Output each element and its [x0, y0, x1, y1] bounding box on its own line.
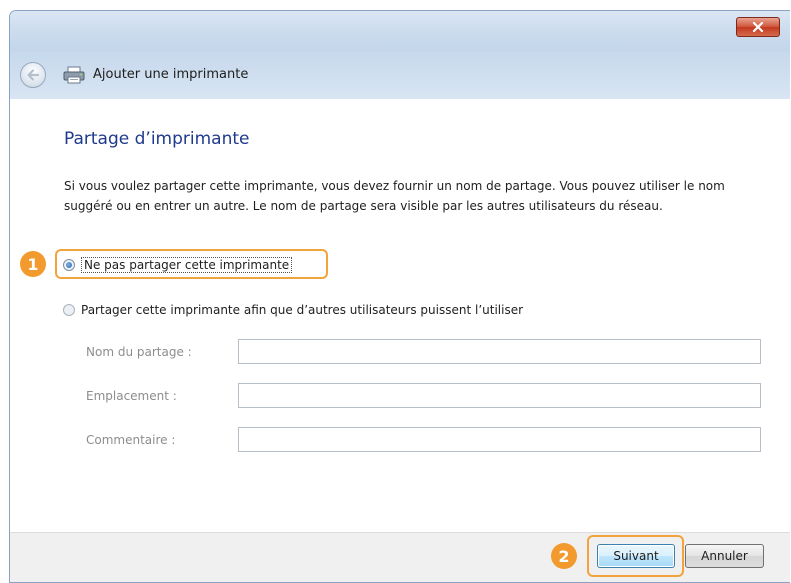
comment-input[interactable]: [238, 427, 761, 452]
back-arrow-icon: [27, 69, 40, 81]
location-label: Emplacement :: [86, 389, 177, 403]
wizard-content: Partage d’imprimante Si vous voulez part…: [10, 99, 790, 535]
radio-share-button[interactable]: [63, 304, 75, 316]
wizard-title: Ajouter une imprimante: [93, 67, 249, 82]
wizard-footer: 2 Suivant Annuler: [10, 532, 790, 582]
callout-badge-2: 2: [551, 543, 577, 569]
printer-icon: [63, 66, 85, 84]
radio-no-share-label[interactable]: Ne pas partager cette imprimante: [81, 257, 293, 273]
cancel-button[interactable]: Annuler: [685, 544, 764, 568]
radio-share[interactable]: Partager cette imprimante afin que d’aut…: [63, 303, 523, 317]
comment-label: Commentaire :: [86, 433, 176, 447]
radio-no-share[interactable]: Ne pas partager cette imprimante: [63, 257, 293, 273]
radio-share-label[interactable]: Partager cette imprimante afin que d’aut…: [81, 303, 523, 317]
navigation-bar: Ajouter une imprimante: [10, 51, 790, 99]
next-button[interactable]: Suivant: [597, 544, 675, 568]
radio-no-share-button[interactable]: [63, 259, 75, 271]
share-name-label: Nom du partage :: [86, 345, 192, 359]
title-bar: [10, 11, 790, 51]
page-title: Partage d’imprimante: [64, 129, 250, 149]
close-icon: [752, 22, 764, 32]
location-input[interactable]: [238, 383, 761, 408]
page-description: Si vous voulez partager cette imprimante…: [64, 179, 725, 213]
close-button[interactable]: [736, 17, 780, 37]
back-button[interactable]: [20, 62, 46, 88]
callout-badge-1: 1: [20, 251, 46, 277]
wizard-window: Ajouter une imprimante Partage d’imprima…: [9, 10, 790, 583]
share-name-input[interactable]: [238, 339, 761, 364]
